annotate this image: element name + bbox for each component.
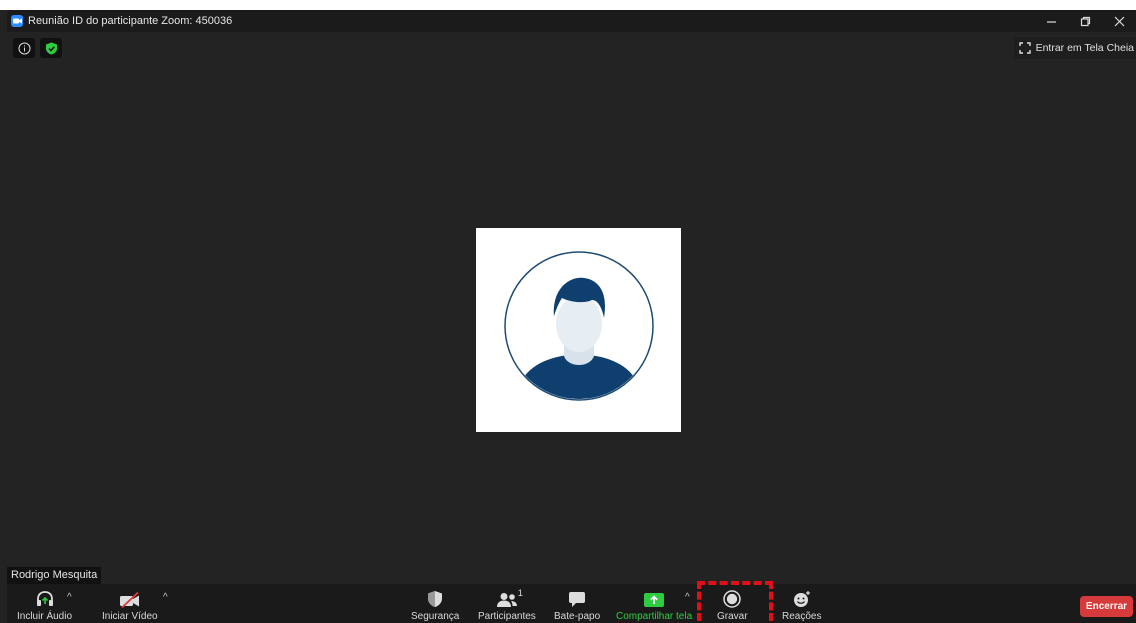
- audio-label: Incluir Áudio: [17, 611, 73, 622]
- audio-button[interactable]: Incluir Áudio: [17, 588, 72, 622]
- chat-icon: [569, 592, 586, 607]
- participants-label: Participantes: [478, 611, 536, 622]
- reactions-button[interactable]: Reações: [782, 588, 821, 622]
- default-avatar: [504, 251, 654, 401]
- shield-check-icon[interactable]: [40, 38, 62, 58]
- zoom-icon: [11, 15, 23, 27]
- participants-icon: [496, 593, 517, 607]
- restore-icon[interactable]: [1068, 10, 1102, 32]
- security-button[interactable]: Segurança: [411, 588, 459, 622]
- record-highlight-box: [697, 581, 773, 621]
- share-screen-label: Compartilhar tela: [616, 611, 693, 622]
- headphones-icon: [36, 591, 53, 606]
- end-meeting-button[interactable]: Encerrar: [1080, 596, 1133, 617]
- title-bar: Reunião ID do participante Zoom: 450036: [7, 10, 1136, 32]
- reactions-icon: [793, 591, 810, 607]
- share-options-chevron-icon[interactable]: ^: [685, 592, 690, 603]
- reactions-label: Reações: [782, 611, 822, 622]
- meeting-toolbar: Incluir Áudio ^ Iniciar Vídeo ^ Seguranç…: [7, 584, 1136, 623]
- participants-button[interactable]: 1 Participantes: [478, 588, 536, 622]
- fullscreen-label: Entrar em Tela Cheia: [1035, 42, 1134, 54]
- window-title: Reunião ID do participante Zoom: 450036: [28, 15, 233, 27]
- chat-label: Bate-papo: [554, 611, 601, 622]
- video-options-chevron-icon[interactable]: ^: [163, 592, 168, 603]
- fullscreen-button[interactable]: Entrar em Tela Cheia: [1013, 37, 1136, 59]
- share-screen-icon: [644, 593, 665, 607]
- window-controls: [1034, 10, 1136, 32]
- participants-count: 1: [517, 588, 523, 598]
- zoom-meeting-window: Reunião ID do participante Zoom: 450036 …: [0, 10, 1136, 623]
- share-screen-button[interactable]: Compartilhar tela: [616, 588, 692, 622]
- chat-button[interactable]: Bate-papo: [554, 588, 600, 622]
- close-icon[interactable]: [1102, 10, 1136, 32]
- info-icon[interactable]: [13, 38, 35, 58]
- fullscreen-icon: [1018, 42, 1031, 54]
- shield-icon: [428, 591, 443, 607]
- participant-video-tile: [476, 228, 681, 432]
- security-label: Segurança: [411, 611, 460, 622]
- video-button[interactable]: Iniciar Vídeo: [102, 588, 158, 622]
- video-off-icon: [119, 592, 139, 608]
- minimize-icon[interactable]: [1034, 10, 1068, 32]
- audio-options-chevron-icon[interactable]: ^: [67, 592, 72, 603]
- participant-name-tag: Rodrigo Mesquita: [7, 567, 102, 584]
- video-label: Iniciar Vídeo: [102, 611, 158, 622]
